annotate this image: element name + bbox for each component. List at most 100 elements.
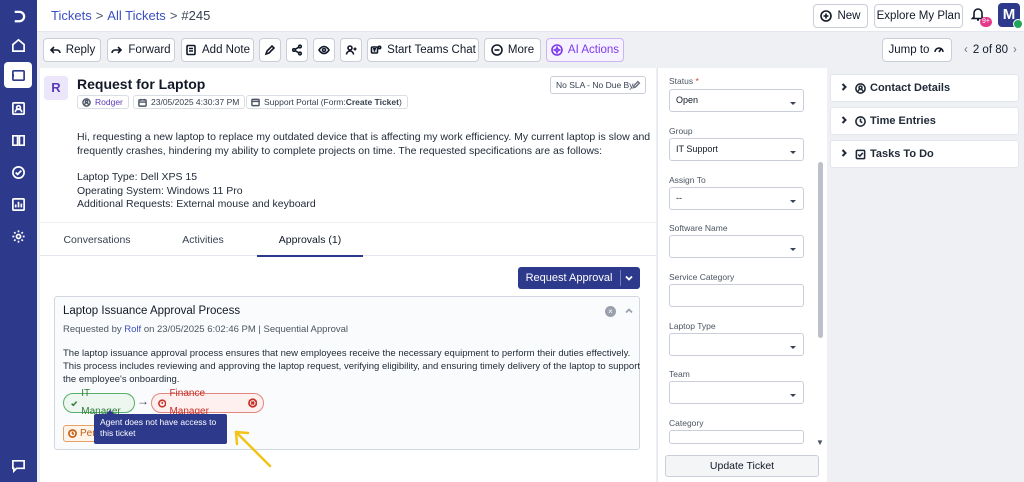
teams-icon [370, 45, 382, 54]
chevron-down-icon[interactable] [624, 273, 634, 286]
approval-requested-by: Requested by Rolf on 23/05/2025 6:02:46 … [63, 324, 348, 335]
chat-icon[interactable] [8, 455, 28, 475]
contact-details-label: Contact Details [870, 82, 951, 94]
breadcrumb-all-tickets[interactable]: All Tickets [107, 8, 166, 23]
clock-icon [855, 115, 866, 127]
add-note-label: Add Note [202, 44, 250, 56]
knowledge-base-icon[interactable] [8, 130, 28, 150]
team-label: Team [669, 369, 690, 379]
scroll-down-icon[interactable]: ▼ [816, 438, 824, 447]
source-chip: Support Portal (Form: Create Ticket) [246, 95, 408, 109]
contact-icon [855, 82, 866, 94]
description-line: Laptop Type: Dell XPS 15 [77, 171, 198, 183]
service-category-label: Service Category [669, 272, 735, 282]
add-user-icon [345, 45, 357, 55]
explore-plan-button[interactable]: Explore My Plan [874, 4, 963, 28]
tab-conversations[interactable]: Conversations [52, 223, 142, 257]
properties-scrollbar[interactable] [818, 162, 823, 338]
checkbox-icon [855, 149, 866, 160]
service-category-input[interactable] [669, 284, 804, 307]
caret-down-icon [788, 193, 798, 203]
edit-button[interactable] [259, 38, 281, 62]
status-select[interactable]: Open [669, 89, 804, 112]
close-icon[interactable]: × [605, 306, 616, 317]
approver-finance-manager-chip[interactable]: Finance Manager [151, 388, 264, 417]
plus-circle-icon [820, 10, 833, 22]
tab-approvals[interactable]: Approvals (1) [257, 223, 363, 257]
update-ticket-button[interactable]: Update Ticket [665, 455, 819, 477]
time-entries-widget[interactable]: Time Entries [830, 107, 1019, 135]
notifications-bell-icon[interactable]: 9+ [970, 6, 992, 28]
time-entries-label: Time Entries [870, 115, 936, 127]
home-icon[interactable] [8, 35, 28, 55]
status-label: Status * [669, 76, 699, 86]
assign-to-value: -- [676, 193, 682, 203]
requested-on: on 23/05/2025 6:02:46 PM | Sequential Ap… [143, 324, 349, 335]
created-date: 23/05/2025 4:30:37 PM [151, 97, 240, 107]
more-button[interactable]: More [484, 38, 541, 62]
caret-down-icon [788, 387, 798, 397]
requester-chip[interactable]: Rodger [77, 95, 129, 109]
ticket-action-toolbar: Reply Forward Add Note Start Teams Chat … [37, 32, 1024, 68]
assign-to-select[interactable]: -- [669, 187, 804, 210]
share-button[interactable] [286, 38, 308, 62]
request-approval-label: Request Approval [525, 272, 613, 284]
sla-field[interactable]: No SLA - No Due By [550, 76, 646, 94]
caret-down-icon [788, 95, 798, 105]
ticket-detail-panel: R Request for Laptop Rodger 23/05/2025 4… [40, 68, 656, 482]
software-name-label: Software Name [669, 223, 728, 233]
new-button[interactable]: New [813, 4, 868, 28]
breadcrumb-separator: > [95, 8, 104, 23]
description-line: Operating System: Windows 11 Pro [77, 185, 243, 197]
eye-icon [318, 45, 330, 55]
team-select[interactable] [669, 381, 804, 404]
start-teams-chat-button[interactable]: Start Teams Chat [367, 38, 479, 62]
tasks-to-do-label: Tasks To Do [870, 148, 934, 160]
reports-icon[interactable] [8, 194, 28, 214]
approver-it-manager-chip[interactable]: IT Manager [63, 388, 135, 417]
group-select[interactable]: IT Support [669, 138, 804, 161]
flow-arrow: → [137, 394, 149, 408]
watch-button[interactable] [313, 38, 335, 62]
request-approval-button[interactable]: Request Approval [518, 267, 640, 289]
category-select[interactable] [669, 430, 804, 444]
source-suffix: ) [398, 97, 402, 107]
chevron-right-icon [840, 82, 848, 94]
reply-button[interactable]: Reply [43, 38, 101, 62]
approval-description-line: The laptop issuance approval process ens… [63, 348, 631, 359]
ai-actions-label: AI Actions [567, 44, 620, 56]
caret-down-icon [788, 144, 798, 154]
teams-chat-label: Start Teams Chat [387, 44, 476, 56]
chevron-up-icon[interactable] [624, 305, 634, 319]
tasks-icon[interactable] [8, 162, 28, 182]
description-line: frequently crashes, hindering my ability… [77, 145, 603, 157]
contact-details-widget[interactable]: Contact Details [830, 74, 1019, 102]
add-user-button[interactable] [340, 38, 362, 62]
sla-value: No SLA - No Due By [556, 80, 634, 90]
forward-button[interactable]: Forward [107, 38, 175, 62]
ai-actions-button[interactable]: AI Actions [546, 38, 624, 62]
info-icon [158, 398, 167, 408]
check-icon [71, 400, 78, 406]
tickets-icon[interactable] [4, 62, 32, 88]
tasks-to-do-widget[interactable]: Tasks To Do [830, 140, 1019, 168]
contacts-icon[interactable] [8, 98, 28, 118]
app-logo-icon[interactable] [8, 6, 28, 26]
requested-by-name[interactable]: Rolf [124, 324, 141, 335]
ticket-type-badge: R [44, 76, 68, 100]
jump-to-button[interactable]: Jump to [882, 38, 952, 62]
reply-label: Reply [65, 44, 96, 56]
previous-ticket-icon[interactable]: ‹ [964, 44, 968, 56]
pencil-icon [264, 44, 276, 56]
group-label: Group [669, 126, 693, 136]
next-ticket-icon[interactable]: › [1013, 44, 1017, 56]
software-name-select[interactable] [669, 235, 804, 258]
settings-gear-icon[interactable] [8, 226, 28, 246]
user-avatar[interactable]: M [998, 3, 1023, 29]
breadcrumb-separator: > [169, 8, 178, 23]
breadcrumb-tickets[interactable]: Tickets [51, 8, 92, 23]
laptop-type-select[interactable] [669, 333, 804, 356]
add-note-button[interactable]: Add Note [181, 38, 254, 62]
ticket-title: Request for Laptop [77, 76, 206, 92]
tab-activities[interactable]: Activities [158, 223, 248, 257]
